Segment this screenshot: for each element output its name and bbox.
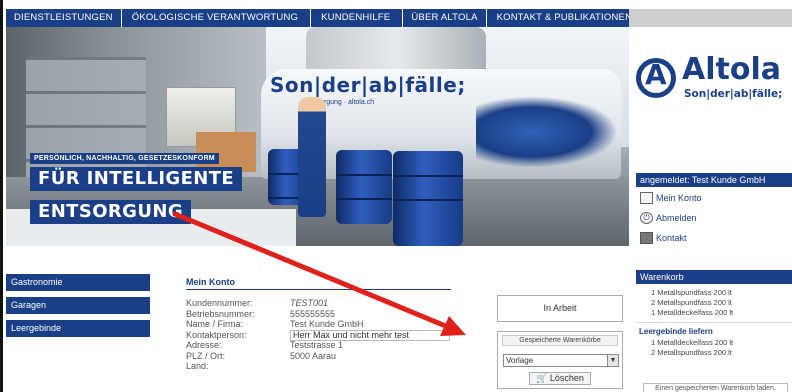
nav-oekologische-verantwortung[interactable]: ÖKOLOGISCHE VERANTWORTUNG (122, 9, 312, 27)
account-row: Betriebsnummer: 555555555 (186, 309, 451, 320)
user-panel: angemeldet: Test Kunde GmbH Mein Konto ⏻… (636, 173, 792, 244)
account-row: Kundennummer: TEST001 (186, 298, 451, 309)
account-label: Name / Firma: (186, 319, 244, 329)
link-mein-konto[interactable]: Mein Konto (636, 188, 792, 207)
account-row: Land: (186, 361, 451, 372)
nav-kundenhilfe[interactable]: KUNDENHILFE (311, 9, 404, 27)
altola-logo-icon (636, 58, 676, 98)
sidebar-item-garagen[interactable]: Garagen (6, 297, 150, 314)
altola-logo[interactable]: Altola Son|der|ab|fälle; (636, 52, 792, 108)
basket-icon: 🛒 (536, 373, 548, 383)
top-navigation: DIENSTLEISTUNGEN ÖKOLOGISCHE VERANTWORTU… (6, 9, 632, 27)
account-label: Betriebsnummer: (186, 308, 255, 319)
account-value: Teststrasse 1 (290, 340, 344, 350)
hero-headline-line1: FÜR INTELLIGENTE (30, 167, 243, 191)
account-label: Kontaktperson: (186, 329, 247, 340)
load-saved-cart-link[interactable]: Einen gespeicherten Warenkorb laden. (643, 383, 788, 392)
in-arbeit-button[interactable]: In Arbeit (497, 295, 623, 322)
deliver-item: 1 Metalldeckelfass 200 lt (651, 338, 734, 347)
power-icon: ⏻ (640, 211, 653, 224)
account-row: Name / Firma: Test Kunde GmbH (186, 319, 451, 330)
hero-tagline: PERSÖNLICH, NACHHALTIG, GESETZESKONFORM (30, 153, 219, 164)
saved-cart-select[interactable]: Vorlage ▼ (503, 354, 619, 367)
saved-carts-panel: Gespeicherte Warenkörbe Vorlage ▼ 🛒 Lösc… (497, 331, 623, 389)
account-title: Mein Konto (186, 277, 451, 290)
link-abmelden[interactable]: ⏻ Abmelden (636, 208, 792, 227)
deliver-item: 2 Metallspundfass 200 lt (651, 348, 732, 357)
contact-person-field[interactable]: Herr Max und nicht mehr test (290, 329, 450, 341)
account-row: Kontaktperson: Herr Max und nicht mehr t… (186, 329, 451, 341)
account-panel: Mein Konto Kundennummer: TEST001 Betrieb… (186, 277, 451, 372)
account-label: Adresse: (186, 340, 222, 350)
hero-truck-text: Son|der|ab|fälle; (270, 73, 466, 97)
hero-barrel (336, 150, 392, 224)
cart-title: Warenkorb (636, 270, 792, 284)
hero-crate (196, 132, 256, 172)
sidebar-item-gastronomie[interactable]: Gastronomie (6, 274, 150, 291)
account-label: PLZ / Ort: (186, 350, 226, 361)
delete-button[interactable]: 🛒 Löschen (529, 372, 591, 385)
cart-item: 1 Metallspundfass 200 lt (651, 288, 732, 297)
account-value: 555555555 (290, 308, 336, 319)
saved-cart-select-value: Vorlage (506, 356, 534, 365)
hero-worker (298, 97, 326, 217)
link-kontakt[interactable]: Kontakt (636, 228, 792, 247)
link-abmelden-label: Abmelden (656, 212, 697, 223)
hero-truck-flame (476, 97, 616, 167)
account-value: Test Kunde GmbH (290, 319, 364, 329)
user-card-icon (640, 191, 653, 204)
mail-icon (640, 231, 653, 244)
cart-item: 1 Metalldeckelfass 200 lt (651, 308, 734, 317)
account-label: Kundennummer: (186, 298, 253, 308)
nav-kontakt-publikationen[interactable]: KONTAKT & PUBLIKATIONEN (487, 9, 645, 27)
logo-wordmark: Altola (682, 52, 781, 87)
hero-barrel (393, 151, 463, 246)
account-value: 5000 Aarau (290, 350, 337, 361)
logged-in-status: angemeldet: Test Kunde GmbH (636, 173, 792, 187)
link-mein-konto-label: Mein Konto (656, 192, 702, 203)
cart-panel: Warenkorb 1 Metallspundfass 200 lt 2 Met… (636, 270, 792, 392)
account-row: PLZ / Ort: 5000 Aarau (186, 351, 451, 362)
account-label: Land: (186, 361, 209, 371)
logo-subtitle: Son|der|ab|fälle; (684, 88, 783, 100)
nav-dienstleistungen[interactable]: DIENSTLEISTUNGEN (6, 9, 122, 27)
deliver-title: Leergebinde liefern (639, 327, 713, 336)
nav-ueber-altola[interactable]: ÜBER ALTOLA (403, 9, 487, 27)
sidebar-item-leergebinde[interactable]: Leergebinde (6, 320, 150, 337)
saved-carts-title: Gespeicherte Warenkörbe (502, 335, 618, 346)
sidebar: Gastronomie Garagen Leergebinde (6, 274, 150, 343)
cart-item: 2 Metallspundfass 200 lt (651, 298, 732, 307)
hero-banner: Son|der|ab|fälle; Entsorgung · altola.ch… (6, 27, 629, 246)
top-right-banner (629, 9, 792, 27)
delete-button-label: Löschen (549, 373, 584, 383)
account-row: Adresse: Teststrasse 1 (186, 340, 451, 351)
cart-divider (636, 322, 792, 323)
link-kontakt-label: Kontakt (656, 232, 687, 243)
dropdown-arrow-icon[interactable]: ▼ (607, 355, 618, 366)
account-value: TEST001 (290, 298, 329, 308)
hero-headline-line2: ENTSORGUNG (30, 200, 191, 224)
